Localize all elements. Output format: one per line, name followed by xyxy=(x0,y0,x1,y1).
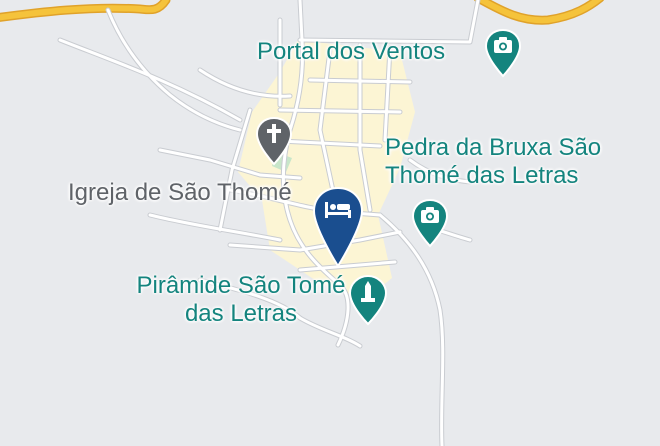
cross-icon[interactable] xyxy=(255,116,293,166)
monument-icon[interactable] xyxy=(348,274,388,326)
bed-icon[interactable] xyxy=(312,186,364,268)
place-label-igreja-de-sao-thome[interactable]: Igreja de São Thomé xyxy=(68,179,292,207)
camera-icon[interactable] xyxy=(411,198,449,248)
camera-icon[interactable] xyxy=(484,28,522,78)
place-label-portal-dos-ventos[interactable]: Portal dos Ventos xyxy=(257,38,445,66)
place-label-piramide[interactable]: Pirâmide São Tomé das Letras xyxy=(128,272,354,328)
place-label-pedra-da-bruxa[interactable]: Pedra da Bruxa São Thomé das Letras xyxy=(385,134,635,190)
